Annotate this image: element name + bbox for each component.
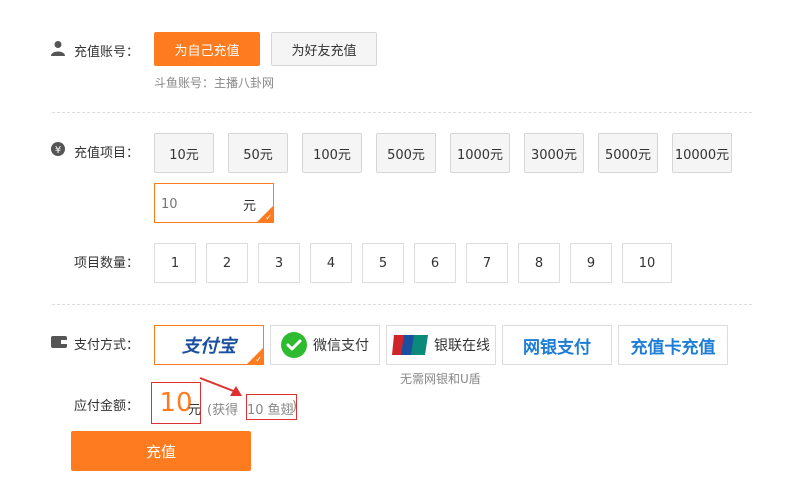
payment-label: 支付方式： xyxy=(74,338,140,353)
amount-option-1000[interactable]: 1000元 xyxy=(450,133,510,173)
quantity-option-2[interactable]: 2 xyxy=(206,243,248,283)
quantity-option-6[interactable]: 6 xyxy=(414,243,456,283)
unionpay-label: 银联在线 xyxy=(434,338,490,354)
douyu-account-text: 斗鱼账号：主播八卦网 xyxy=(154,76,275,90)
due-unit: 元 xyxy=(188,403,202,418)
due-label: 应付金额： xyxy=(74,399,140,414)
custom-amount-field[interactable]: 元 ✓ xyxy=(154,183,274,223)
divider xyxy=(52,304,752,305)
custom-amount-input[interactable] xyxy=(159,192,233,216)
yen-icon: ¥ xyxy=(51,142,65,156)
pay-wechat-option[interactable]: 微信支付 xyxy=(270,325,380,365)
amount-option-100[interactable]: 100元 xyxy=(302,133,362,173)
amount-option-3000[interactable]: 3000元 xyxy=(524,133,584,173)
alipay-logo: 支付宝 xyxy=(182,336,236,357)
wallet-icon xyxy=(51,336,67,348)
quantity-option-10[interactable]: 10 xyxy=(622,243,672,283)
gain-prefix: (获得 xyxy=(207,403,239,418)
netbank-label: 网银支付 xyxy=(523,337,591,358)
amount-option-50[interactable]: 50元 xyxy=(228,133,288,173)
quantity-option-5[interactable]: 5 xyxy=(362,243,404,283)
quantity-label: 项目数量： xyxy=(74,256,140,271)
amount-option-5000[interactable]: 5000元 xyxy=(598,133,658,173)
divider xyxy=(52,112,752,113)
gain-value: 10 鱼翅 xyxy=(247,403,294,418)
card-label: 充值卡充值 xyxy=(630,337,716,358)
recharge-self-button[interactable]: 为自己充值 xyxy=(154,32,260,66)
pay-netbank-option[interactable]: 网银支付 xyxy=(502,325,612,365)
amount-option-10[interactable]: 10元 xyxy=(154,133,214,173)
quantity-option-1[interactable]: 1 xyxy=(154,243,196,283)
quantity-option-3[interactable]: 3 xyxy=(258,243,300,283)
arrow-annotation-icon xyxy=(199,377,242,396)
amount-option-10000[interactable]: 10000元 xyxy=(672,133,732,173)
project-label: 充值项目： xyxy=(74,146,140,161)
wechat-icon xyxy=(281,332,307,358)
svg-text:¥: ¥ xyxy=(55,145,61,156)
quantity-option-9[interactable]: 9 xyxy=(570,243,612,283)
user-icon xyxy=(51,41,65,56)
unionpay-note: 无需网银和U盾 xyxy=(400,372,481,386)
wechat-label: 微信支付 xyxy=(313,338,369,354)
check-icon: ✓ xyxy=(255,355,262,364)
check-icon: ✓ xyxy=(265,213,272,222)
pay-unionpay-option[interactable]: 银联在线 xyxy=(386,325,496,365)
account-label: 充值账号： xyxy=(74,45,140,60)
quantity-option-8[interactable]: 8 xyxy=(518,243,560,283)
pay-card-option[interactable]: 充值卡充值 xyxy=(618,325,728,365)
recharge-friend-button[interactable]: 为好友充值 xyxy=(271,32,377,66)
custom-amount-unit: 元 xyxy=(243,199,257,214)
quantity-option-4[interactable]: 4 xyxy=(310,243,352,283)
amount-option-500[interactable]: 500元 xyxy=(376,133,436,173)
pay-alipay-option[interactable]: 支付宝 ✓ xyxy=(154,325,264,365)
quantity-option-7[interactable]: 7 xyxy=(466,243,508,283)
unionpay-logo-icon xyxy=(392,335,428,355)
gain-suffix: ) xyxy=(292,399,298,414)
submit-recharge-button[interactable]: 充值 xyxy=(71,431,251,471)
